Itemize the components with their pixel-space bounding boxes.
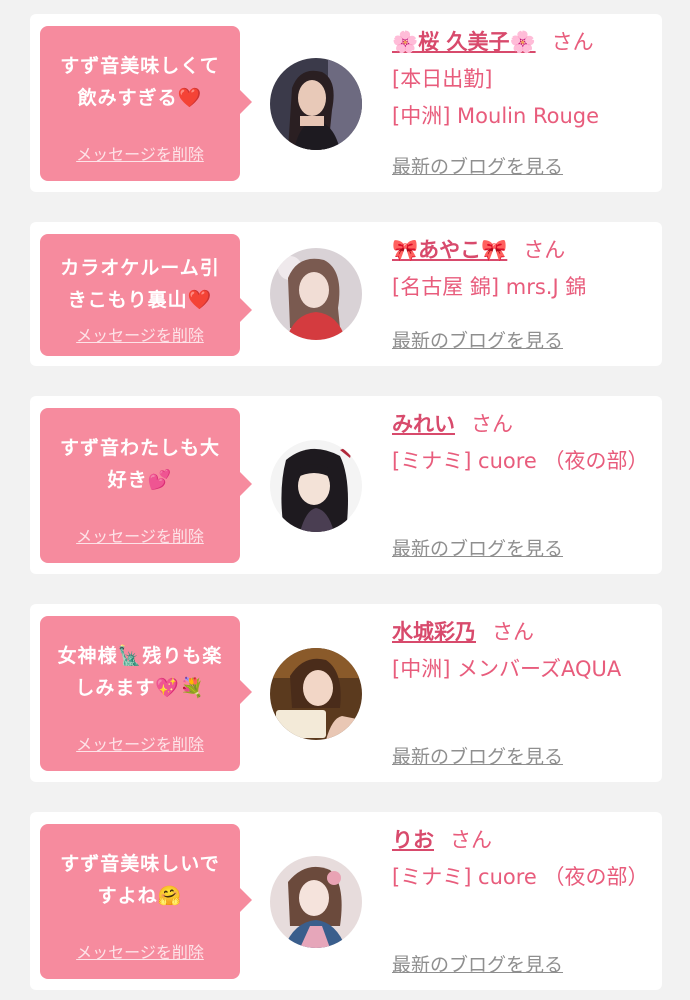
- profile-info: 水城彩乃 さん [中洲] メンバーズAQUA: [392, 614, 654, 688]
- profile-name-link[interactable]: 🎀あやこ🎀: [392, 238, 507, 262]
- message-text: カラオケルーム引 きこもり裏山❤️: [60, 257, 220, 311]
- avatar[interactable]: [270, 248, 362, 340]
- message-bubble: すず音美味しくて 飲みすぎる❤️ メッセージを削除: [40, 26, 252, 181]
- shop-label: [中洲] Moulin Rouge: [392, 104, 600, 128]
- avatar[interactable]: [270, 648, 362, 740]
- delete-message-link[interactable]: メッセージを削除: [40, 523, 240, 547]
- delete-message-link[interactable]: メッセージを削除: [40, 141, 240, 165]
- profile-name-link[interactable]: 水城彩乃: [392, 620, 476, 644]
- woman-photo-icon: [270, 856, 362, 948]
- avatar[interactable]: [270, 440, 362, 532]
- message-text: すず音わたしも大 好き💕: [59, 437, 220, 491]
- heart-emoji-icon: ❤️: [187, 289, 213, 311]
- shop-label: [ミナミ] cuore （夜の部）: [392, 449, 649, 473]
- shop-label: [ミナミ] cuore （夜の部）: [392, 865, 649, 889]
- delete-message-link[interactable]: メッセージを削除: [40, 939, 240, 963]
- profile-name-link[interactable]: みれい: [392, 412, 455, 436]
- profile-info: みれい さん [ミナミ] cuore （夜の部）: [392, 406, 654, 480]
- woman-photo-icon: [270, 248, 362, 340]
- list-item: カラオケルーム引 きこもり裏山❤️ メッセージを削除 🎀あやこ🎀 さん [名古屋 錦…: [30, 222, 662, 366]
- avatar[interactable]: [270, 856, 362, 948]
- honorific: さん: [523, 238, 566, 262]
- woman-photo-icon: [270, 648, 362, 740]
- latest-blog-link[interactable]: 最新のブログを見る: [392, 326, 563, 353]
- list-item: 女神様🗽残りも楽 しみます💖💐 メッセージを削除 水城彩乃 さん [中洲] メンバー…: [30, 604, 662, 782]
- message-bubble: すず音わたしも大 好き💕 メッセージを削除: [40, 408, 252, 563]
- latest-blog-link[interactable]: 最新のブログを見る: [392, 950, 563, 977]
- message-bubble: 女神様🗽残りも楽 しみます💖💐 メッセージを削除: [40, 616, 252, 771]
- avatar[interactable]: [270, 58, 362, 150]
- latest-blog-link[interactable]: 最新のブログを見る: [392, 152, 563, 179]
- latest-blog-link[interactable]: 最新のブログを見る: [392, 742, 563, 769]
- honorific: さん: [551, 30, 594, 54]
- hearts-emoji-icon: 💕: [147, 469, 173, 491]
- hugging-face-emoji-icon: 🤗: [157, 885, 183, 907]
- delete-message-link[interactable]: メッセージを削除: [40, 322, 240, 346]
- profile-info: 🌸桜 久美子🌸 さん [本日出勤] [中洲] Moulin Rouge: [392, 24, 654, 135]
- shop-label: [中洲] メンバーズAQUA: [392, 657, 622, 681]
- honorific: さん: [450, 828, 492, 852]
- delete-message-link[interactable]: メッセージを削除: [40, 731, 240, 755]
- list-item: すず音美味しくて 飲みすぎる❤️ メッセージを削除 🌸桜 久美子🌸 さん [本日出勤…: [30, 14, 662, 192]
- message-bubble: カラオケルーム引 きこもり裏山❤️ メッセージを削除: [40, 234, 252, 356]
- profile-name-link[interactable]: りお: [392, 828, 434, 852]
- woman-photo-icon: [270, 58, 362, 150]
- message-list: すず音美味しくて 飲みすぎる❤️ メッセージを削除 🌸桜 久美子🌸 さん [本日出勤…: [0, 0, 690, 1000]
- message-text: すず音美味しいで すよね🤗: [60, 853, 220, 907]
- latest-blog-link[interactable]: 最新のブログを見る: [392, 534, 563, 561]
- list-item: すず音美味しいで すよね🤗 メッセージを削除 りお さん [ミナミ] cuore （…: [30, 812, 662, 990]
- profile-info: 🎀あやこ🎀 さん [名古屋 錦] mrs.J 錦: [392, 232, 654, 306]
- honorific: さん: [492, 620, 534, 644]
- anime-character-icon: [270, 440, 362, 532]
- profile-info: りお さん [ミナミ] cuore （夜の部）: [392, 822, 654, 896]
- heart-emoji-icon: ❤️: [177, 87, 203, 109]
- status-badge: [本日出勤]: [392, 67, 493, 91]
- message-bubble: すず音美味しいで すよね🤗 メッセージを削除: [40, 824, 252, 979]
- message-text: すず音美味しくて 飲みすぎる❤️: [60, 55, 220, 109]
- list-item: すず音わたしも大 好き💕 メッセージを削除 みれい さん [ミナミ] cuore （…: [30, 396, 662, 574]
- honorific: さん: [471, 412, 513, 436]
- sparkle-heart-bouquet-emoji-icon: 💖💐: [155, 677, 205, 699]
- profile-name-link[interactable]: 🌸桜 久美子🌸: [392, 30, 536, 54]
- message-text: 女神様🗽残りも楽 しみます💖💐: [57, 645, 223, 699]
- shop-label: [名古屋 錦] mrs.J 錦: [392, 275, 587, 299]
